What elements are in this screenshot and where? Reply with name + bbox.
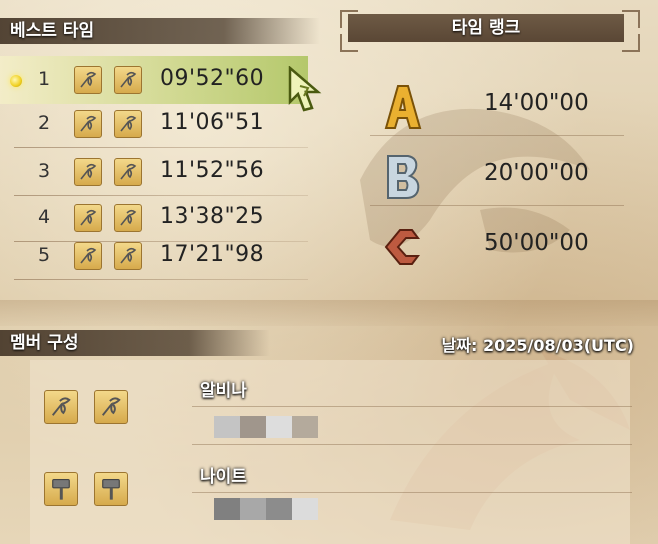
insect-glaive-icon [114, 204, 142, 232]
rank-a-icon [384, 85, 422, 129]
rank-number: 1 [38, 68, 51, 90]
rank-row-a: 14'00"00 [370, 76, 624, 136]
rank-row-b: 20'00"00 [370, 146, 624, 206]
best-time-value: 09'52"60 [160, 66, 265, 91]
member-header: 멤버 구성 [0, 330, 270, 356]
rank-a-time: 14'00"00 [484, 90, 589, 116]
insect-glaive-icon [44, 390, 78, 424]
row-divider [192, 492, 632, 493]
frame-corner-icon [340, 10, 358, 28]
insect-glaive-icon [114, 110, 142, 138]
rank-number: 2 [38, 112, 51, 134]
best-time-value: 11'52"56 [160, 158, 265, 183]
rank-number: 4 [38, 206, 51, 228]
insect-glaive-icon [74, 242, 102, 270]
frame-corner-icon [340, 34, 358, 52]
best-time-row[interactable]: 5 17'21"98 [0, 232, 308, 280]
hammer-icon [44, 472, 78, 506]
insect-glaive-icon [114, 242, 142, 270]
insect-glaive-icon [74, 66, 102, 94]
best-time-header: 베스트 타임 [0, 18, 320, 44]
section-divider [0, 300, 658, 326]
insect-glaive-icon [74, 110, 102, 138]
member-row[interactable]: 나이트 [30, 456, 632, 536]
censor-block [240, 416, 266, 438]
rank-row-c: 50'00"00 [370, 216, 624, 276]
rank-number: 5 [38, 244, 51, 266]
censor-block [214, 498, 240, 520]
insect-glaive-icon [114, 158, 142, 186]
frame-corner-icon [622, 10, 640, 28]
censor-block [292, 498, 318, 520]
rank-b-time: 20'00"00 [484, 160, 589, 186]
row-divider [370, 135, 624, 136]
row-divider [192, 406, 632, 407]
time-rank-header: 타임 랭크 [348, 14, 624, 42]
row-divider [192, 444, 632, 445]
selection-cursor-icon [288, 66, 322, 112]
censor-block [292, 416, 318, 438]
rank-c-icon [384, 229, 420, 265]
member-name: 나이트 [200, 467, 247, 487]
row-divider [14, 279, 308, 280]
selected-dot-icon [10, 75, 22, 87]
rank-c-time: 50'00"00 [484, 230, 589, 256]
best-time-row[interactable]: 3 11'52"56 [0, 148, 308, 196]
insect-glaive-icon [114, 66, 142, 94]
insect-glaive-icon [74, 158, 102, 186]
row-divider [370, 205, 624, 206]
best-time-row[interactable]: 2 11'06"51 [0, 100, 308, 148]
rank-b-icon [387, 155, 420, 199]
censor-block [266, 498, 292, 520]
censor-block [214, 416, 240, 438]
best-time-row[interactable]: 1 09'52"60 [0, 56, 308, 104]
censor-block [240, 498, 266, 520]
frame-corner-icon [622, 34, 640, 52]
date-label: 날짜: 2025/08/03(UTC) [441, 336, 634, 355]
rank-number: 3 [38, 160, 51, 182]
insect-glaive-icon [74, 204, 102, 232]
hammer-icon [94, 472, 128, 506]
best-time-value: 17'21"98 [160, 242, 265, 267]
censor-block [266, 416, 292, 438]
insect-glaive-icon [94, 390, 128, 424]
member-row[interactable]: 알비나 [30, 368, 632, 448]
best-time-value: 11'06"51 [160, 110, 265, 135]
best-time-value: 13'38"25 [160, 204, 265, 229]
member-name: 알비나 [200, 381, 247, 401]
